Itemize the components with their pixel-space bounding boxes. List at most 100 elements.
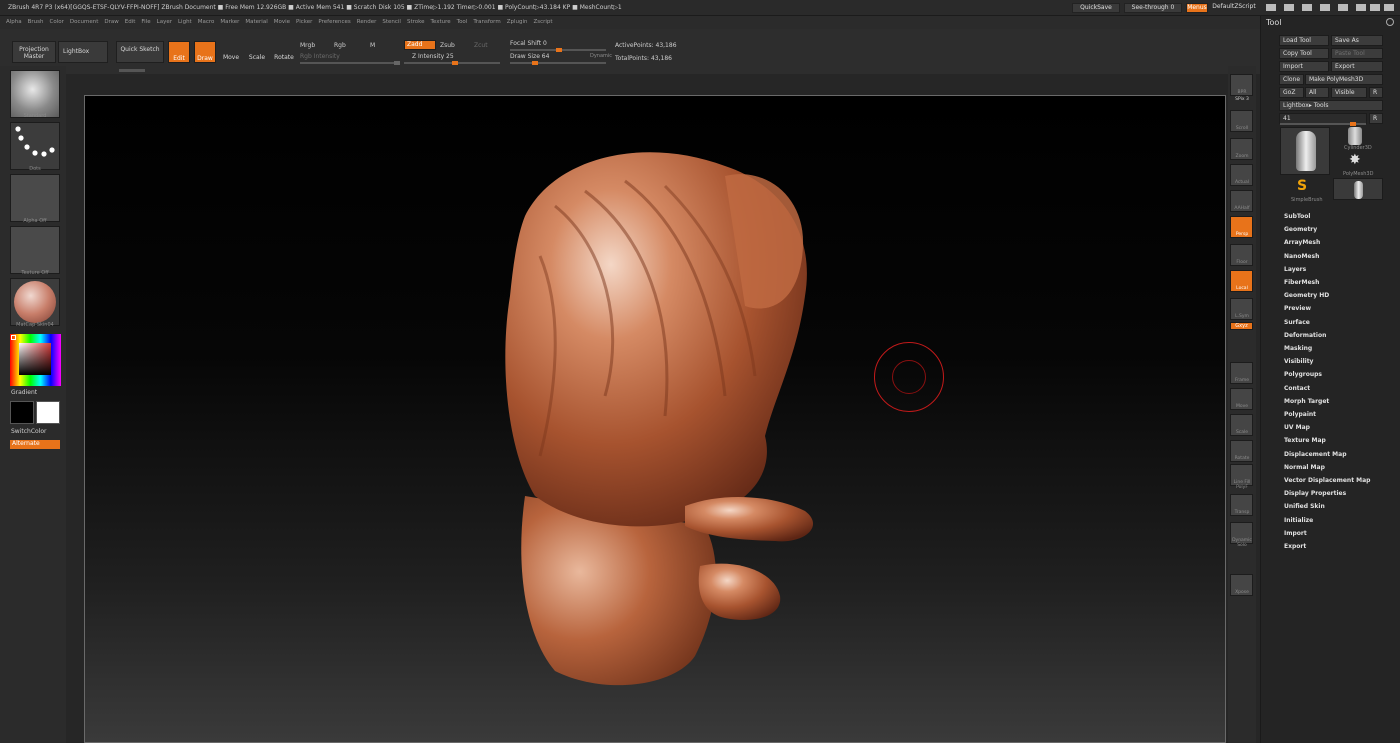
submenu-export[interactable]: Export [1284, 543, 1306, 550]
copy-tool-button[interactable]: Copy Tool [1279, 48, 1329, 59]
texture-thumbnail[interactable] [10, 226, 60, 274]
submenu-layers[interactable]: Layers [1284, 266, 1306, 273]
current-tool-thumbnail[interactable] [1280, 127, 1330, 175]
lightbox-button[interactable]: LightBox [58, 41, 108, 63]
menu-brush[interactable]: Brush [28, 19, 44, 25]
menu-movie[interactable]: Movie [274, 19, 290, 25]
submenu-subtool[interactable]: SubTool [1284, 213, 1310, 220]
palette-dock-icon[interactable] [1386, 18, 1394, 26]
goz-all-button[interactable]: All [1305, 87, 1329, 98]
gradient-button[interactable]: Gradient [11, 389, 37, 396]
paste-tool-button[interactable]: Paste Tool [1331, 48, 1383, 59]
default-zscript-button[interactable]: DefaultZScript [1210, 3, 1258, 13]
submenu-displacement-map[interactable]: Displacement Map [1284, 451, 1347, 458]
menu-stencil[interactable]: Stencil [382, 19, 401, 25]
mrgb-button[interactable]: Mrgb [300, 42, 315, 49]
focal-shift-track[interactable] [510, 48, 606, 52]
quick-sketch-button[interactable]: Quick Sketch [116, 41, 164, 63]
dynamic-button[interactable]: Dynamic [590, 53, 612, 59]
submenu-arraymesh[interactable]: ArrayMesh [1284, 239, 1320, 246]
lion-sculpt-model[interactable] [85, 96, 1226, 743]
menu-draw[interactable]: Draw [104, 19, 118, 25]
submenu-geometry[interactable]: Geometry [1284, 226, 1317, 233]
save-icon[interactable] [1320, 4, 1330, 11]
submenu-deformation[interactable]: Deformation [1284, 332, 1326, 339]
goz-visible-button[interactable]: Visible [1331, 87, 1367, 98]
export-button[interactable]: Export [1331, 61, 1383, 72]
rgb-button[interactable]: Rgb [334, 42, 346, 49]
switchcolor-button[interactable]: SwitchColor [11, 428, 47, 435]
make-polymesh-button[interactable]: Make PolyMesh3D [1305, 74, 1383, 85]
alternate-button[interactable]: Alternate [10, 440, 60, 449]
menu-transform[interactable]: Transform [473, 19, 500, 25]
rgb-intensity-slider[interactable]: Rgb Intensity [300, 53, 340, 60]
window-icon[interactable] [1266, 4, 1276, 11]
menu-layer[interactable]: Layer [157, 19, 172, 25]
submenu-import[interactable]: Import [1284, 530, 1307, 537]
cylinder3d-icon[interactable] [1348, 127, 1362, 145]
color-picker[interactable] [10, 334, 61, 386]
rotate-button[interactable]: Rotate [272, 41, 296, 63]
submenu-polygroups[interactable]: Polygroups [1284, 371, 1322, 378]
z-intensity-track[interactable] [404, 61, 500, 65]
menu-texture[interactable]: Texture [431, 19, 451, 25]
palette-icon[interactable] [1302, 4, 1312, 11]
submenu-nanomesh[interactable]: NanoMesh [1284, 253, 1319, 260]
submenu-uv-map[interactable]: UV Map [1284, 424, 1310, 431]
submenu-surface[interactable]: Surface [1284, 319, 1310, 326]
maximize-icon[interactable] [1370, 4, 1380, 11]
menus-button[interactable]: Menus [1186, 3, 1208, 13]
menu-marker[interactable]: Marker [220, 19, 239, 25]
gxyz-button[interactable]: Gxyz [1230, 322, 1253, 330]
see-through-slider[interactable]: See-through 0 [1124, 3, 1182, 13]
projection-master-button[interactable]: Projection Master [12, 41, 56, 63]
close-icon[interactable] [1384, 4, 1394, 11]
menu-stroke[interactable]: Stroke [407, 19, 425, 25]
simplebrush-icon[interactable]: S [1297, 178, 1307, 194]
menu-alpha[interactable]: Alpha [6, 19, 22, 25]
tool-count-track[interactable] [1280, 122, 1366, 126]
secondary-color-swatch[interactable] [36, 401, 60, 424]
document-canvas[interactable] [84, 95, 1226, 743]
zadd-button[interactable]: Zadd [404, 40, 436, 50]
draw-button[interactable]: Draw [194, 41, 216, 63]
material-thumbnail[interactable] [10, 278, 60, 326]
alpha-thumbnail[interactable] [10, 174, 60, 222]
menu-macro[interactable]: Macro [198, 19, 215, 25]
brush-thumbnail[interactable] [10, 70, 60, 118]
shelf-scroll-handle[interactable] [119, 69, 145, 72]
color-saturation-square[interactable] [19, 343, 51, 375]
zcut-button[interactable]: Zcut [474, 42, 488, 49]
load-tool-button[interactable]: Load Tool [1279, 35, 1329, 46]
goz-r-button[interactable]: R [1369, 87, 1383, 98]
submenu-normal-map[interactable]: Normal Map [1284, 464, 1325, 471]
help-icon[interactable] [1338, 4, 1348, 11]
m-button[interactable]: M [370, 42, 375, 49]
submenu-display-properties[interactable]: Display Properties [1284, 490, 1346, 497]
menu-light[interactable]: Light [178, 19, 192, 25]
menu-file[interactable]: File [141, 19, 150, 25]
submenu-initialize[interactable]: Initialize [1284, 517, 1313, 524]
spix-slider[interactable]: SPix 3 [1228, 97, 1256, 102]
menu-document[interactable]: Document [70, 19, 99, 25]
import-button[interactable]: Import [1279, 61, 1329, 72]
submenu-morph-target[interactable]: Morph Target [1284, 398, 1329, 405]
submenu-polypaint[interactable]: Polypaint [1284, 411, 1316, 418]
rgb-intensity-track[interactable] [300, 61, 400, 65]
submenu-texture-map[interactable]: Texture Map [1284, 437, 1326, 444]
tool-count-r-button[interactable]: R [1369, 113, 1383, 124]
submenu-preview[interactable]: Preview [1284, 305, 1311, 312]
main-color-swatch[interactable] [10, 401, 34, 424]
submenu-fibermesh[interactable]: FiberMesh [1284, 279, 1319, 286]
menu-material[interactable]: Material [245, 19, 267, 25]
polymesh3d-icon[interactable]: ✸ [1349, 152, 1361, 168]
minimize-icon[interactable] [1356, 4, 1366, 11]
move-button[interactable]: Move [220, 41, 242, 63]
z-intensity-slider[interactable]: Z Intensity 25 [412, 53, 454, 60]
lion-tool-tile[interactable] [1333, 178, 1383, 200]
submenu-masking[interactable]: Masking [1284, 345, 1312, 352]
quicksave-button[interactable]: QuickSave [1072, 3, 1120, 13]
submenu-vector-displacement-map[interactable]: Vector Displacement Map [1284, 477, 1370, 484]
draw-size-track[interactable] [510, 61, 606, 65]
scale-button[interactable]: Scale [246, 41, 268, 63]
